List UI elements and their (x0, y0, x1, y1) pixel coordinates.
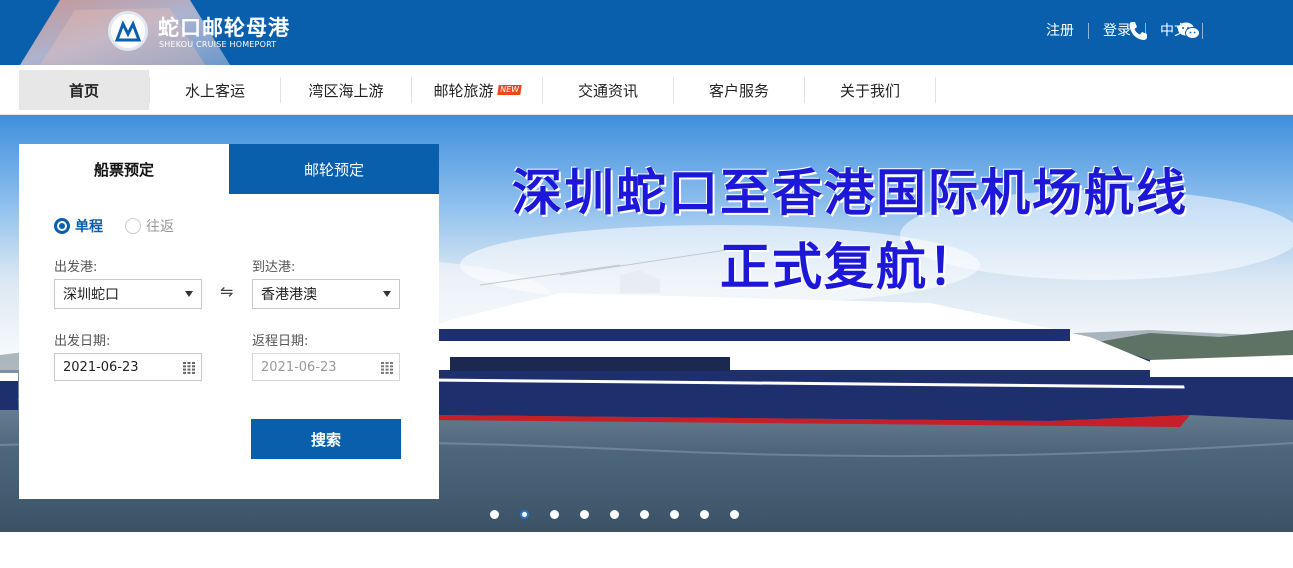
dropdown-arrow-icon (383, 291, 391, 297)
logo-icon[interactable] (108, 11, 148, 51)
nav-divider (935, 77, 936, 103)
logo-title[interactable]: 蛇口邮轮母港 (158, 12, 290, 42)
radio-checked-icon (54, 218, 70, 234)
nav-home[interactable]: 首页 (19, 70, 149, 110)
nav-water-transport[interactable]: 水上客运 (150, 70, 280, 110)
nav-bay-cruise[interactable]: 湾区海上游 (281, 70, 411, 110)
departure-port-value: 深圳蛇口 (63, 287, 119, 303)
nav-about-us[interactable]: 关于我们 (805, 70, 935, 110)
banner-headline-line2: 正式复航！ (720, 238, 980, 296)
carousel-dot[interactable] (670, 510, 679, 519)
return-date-label: 返程日期: (252, 334, 309, 349)
nav-about-us-label: 关于我们 (839, 81, 900, 100)
nav-traffic-info[interactable]: 交通资讯 (543, 70, 673, 110)
departure-port-select[interactable]: 深圳蛇口 (54, 279, 202, 309)
depart-date-value: 2021-06-23 (63, 359, 139, 375)
nav-water-transport-label: 水上客运 (184, 81, 245, 100)
header-bar: 蛇口邮轮母港 SHEKOU CRUISE HOMEPORT 注册 登录 中文 (0, 0, 1293, 65)
arrival-port-select[interactable]: 香港港澳 (252, 279, 400, 309)
nav-traffic-info-label: 交通资讯 (577, 81, 638, 100)
radio-round-trip-label: 往返 (146, 219, 174, 235)
calendar-icon[interactable] (183, 362, 195, 374)
nav-bay-cruise-label: 湾区海上游 (308, 81, 384, 100)
radio-one-way[interactable]: 单程 (54, 216, 103, 236)
nav-customer-service-label: 客户服务 (708, 81, 769, 100)
nav-home-label: 首页 (68, 81, 99, 100)
logo-subtitle: SHEKOU CRUISE HOMEPORT (159, 40, 277, 49)
depart-date-label: 出发日期: (54, 334, 111, 349)
arrival-port-value: 香港港澳 (261, 287, 317, 303)
carousel-dots (490, 510, 739, 519)
search-button[interactable]: 搜索 (251, 419, 401, 459)
nav-customer-service[interactable]: 客户服务 (674, 70, 804, 110)
radio-one-way-label: 单程 (75, 219, 103, 235)
carousel-dot[interactable] (730, 510, 739, 519)
main-nav: 首页 水上客运 湾区海上游 邮轮旅游 NEW 交通资讯 客户服务 关于我们 (0, 65, 1293, 115)
register-link[interactable]: 注册 (1032, 23, 1089, 39)
trip-type-group: 单程 往返 (54, 216, 196, 236)
radio-unchecked-icon (125, 218, 141, 234)
nav-cruise-travel[interactable]: 邮轮旅游 NEW (412, 70, 542, 110)
dropdown-arrow-icon (185, 291, 193, 297)
nav-cruise-travel-label: 邮轮旅游 (433, 81, 494, 100)
carousel-dot[interactable] (610, 510, 619, 519)
return-date-input[interactable]: 2021-06-23 (252, 353, 400, 381)
new-badge: NEW (496, 85, 522, 95)
swap-ports-icon[interactable]: ⇋ (220, 282, 233, 301)
depart-date-input[interactable]: 2021-06-23 (54, 353, 202, 381)
carousel-dot[interactable] (640, 510, 649, 519)
booking-panel: 船票预定 邮轮预定 单程 往返 出发港: 到达港: 深圳蛇口 ⇋ 香港港澳 出发… (19, 144, 439, 499)
carousel-dot[interactable] (550, 510, 559, 519)
banner-headline-line1: 深圳蛇口至香港国际机场航线 (512, 164, 1188, 222)
carousel-dot[interactable] (580, 510, 589, 519)
carousel-dot[interactable] (490, 510, 499, 519)
tab-ticket-booking[interactable]: 船票预定 (19, 144, 229, 194)
tab-cruise-booking[interactable]: 邮轮预定 (229, 144, 439, 194)
departure-port-label: 出发港: (54, 260, 98, 275)
phone-icon[interactable] (1126, 20, 1150, 42)
return-date-value: 2021-06-23 (261, 359, 337, 375)
arrival-port-label: 到达港: (252, 260, 296, 275)
carousel-dot-active[interactable] (520, 510, 529, 519)
radio-round-trip[interactable]: 往返 (125, 216, 174, 236)
carousel-dot[interactable] (700, 510, 709, 519)
calendar-icon[interactable] (381, 362, 393, 374)
wechat-icon[interactable] (1177, 20, 1201, 42)
